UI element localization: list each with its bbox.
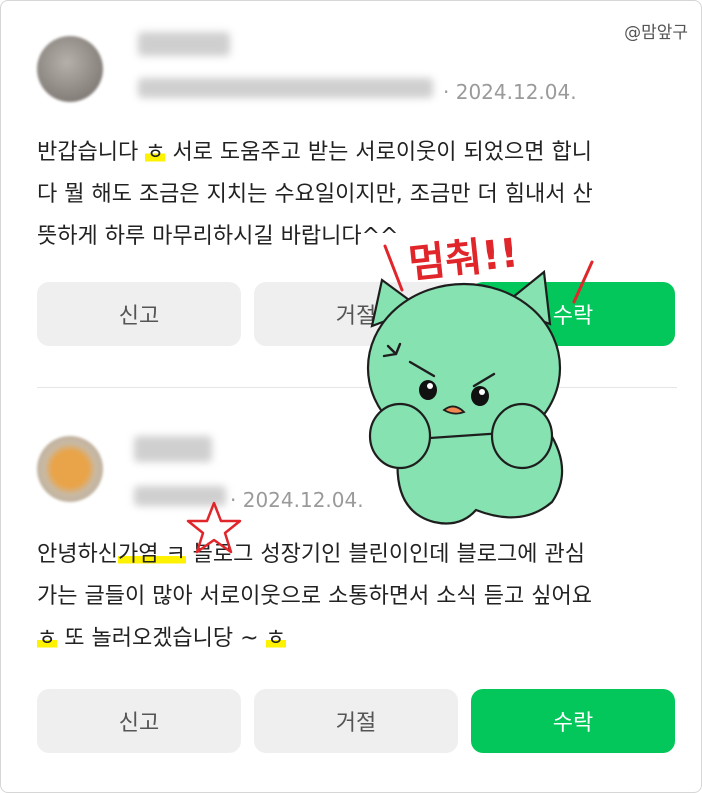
request-date: · 2024.12.04.	[443, 80, 577, 104]
request-message: 안녕하신가염 ㅋ 블로그 성장기인 블린이인데 블로그에 관심 가는 글들이 많…	[37, 534, 677, 660]
blog-name-blurred	[138, 78, 433, 98]
reject-button[interactable]: 거절	[254, 689, 458, 753]
request-date: · 2024.12.04.	[230, 488, 364, 512]
red-star-doodle-icon	[186, 501, 242, 554]
green-cat-sticker-icon	[366, 244, 594, 525]
message-line: 안녕하신가염 ㅋ 블로그 성장기인 블린이인데 블로그에 관심	[37, 542, 585, 567]
report-button[interactable]: 신고	[37, 282, 241, 346]
message-line: 다 뭘 해도 조금은 지치는 수요일이지만, 조금만 더 힘내서 산	[37, 182, 593, 207]
nickname-blurred[interactable]	[138, 32, 230, 56]
avatar[interactable]	[37, 436, 103, 502]
message-line: 가는 글들이 많아 서로이웃으로 소통하면서 소식 듣고 싶어요	[37, 584, 592, 609]
report-button[interactable]: 신고	[37, 689, 241, 753]
nickname-blurred[interactable]	[134, 436, 212, 462]
message-line: ㅎ 또 놀러오겠습니당 ~ ㅎ	[37, 626, 286, 651]
message-line: 반갑습니다 ㅎ 서로 도움주고 받는 서로이웃이 되었으면 합니	[37, 140, 592, 165]
accept-button[interactable]: 수락	[471, 689, 675, 753]
avatar[interactable]	[37, 36, 103, 102]
watermark: @맘앞구	[624, 23, 688, 43]
